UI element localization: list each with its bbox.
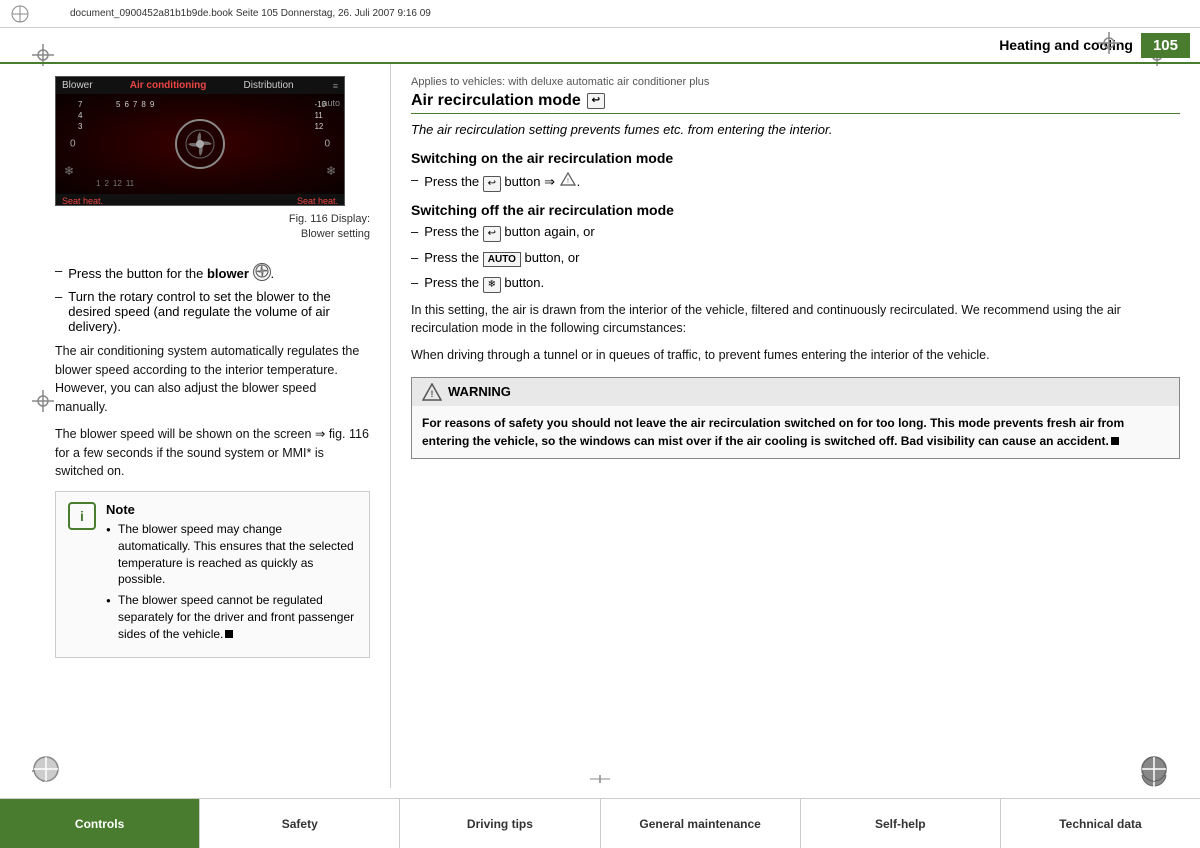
air-cond-tab: Air conditioning <box>130 80 207 91</box>
fig-num: Fig. 116 <box>289 213 328 225</box>
off-item-3: – Press the ❄ button. <box>411 275 1180 293</box>
scale-top: 56789 <box>116 100 154 109</box>
nav-driving-tips[interactable]: Driving tips <box>400 799 600 848</box>
scale-bottom: 121211 <box>96 179 134 188</box>
warning-title: WARNING <box>448 384 511 399</box>
dash-prefix-2: – <box>55 289 62 304</box>
scale-right: -10 11 12 <box>314 100 326 131</box>
off-dash-1: – <box>411 224 418 239</box>
top-left-reg <box>10 4 30 24</box>
nav-maintenance[interactable]: General maintenance <box>601 799 801 848</box>
doc-ref-text: document_0900452a81b1b9de.book Seite 105… <box>70 8 431 19</box>
switching-on-item: – Press the ↩ button ⇒ ! . <box>411 172 1180 192</box>
dashboard-display-image: Blower Air conditioning Distribution ≡ a… <box>55 76 345 206</box>
italic-intro: The air recirculation setting prevents f… <box>411 120 1180 140</box>
instruction-2: – Turn the rotary control to set the blo… <box>55 289 370 334</box>
off-item-1: – Press the ↩ button again, or <box>411 224 1180 242</box>
section-title-text: Air recirculation mode <box>411 92 581 110</box>
header-reg-mark <box>1098 32 1120 54</box>
switching-on-text: Press the ↩ button ⇒ ! . <box>424 172 580 192</box>
off-text-2: Press the AUTO button, or <box>424 250 579 267</box>
reg-mark-bottom-left <box>32 755 60 786</box>
nav-controls[interactable]: Controls <box>0 799 200 848</box>
recirc-icon: ↩ <box>587 93 605 109</box>
para-recirc-2: When driving through a tunnel or in queu… <box>411 346 1180 365</box>
blower-label: blower <box>207 266 249 281</box>
para-recirc-1: In this setting, the air is drawn from t… <box>411 301 1180 339</box>
recirc-icon-2: ↩ <box>483 176 501 192</box>
right-column: Applies to vehicles: with deluxe automat… <box>390 64 1200 788</box>
para-2: The blower speed will be shown on the sc… <box>55 425 370 481</box>
warning-box: ! WARNING For reasons of safety you shou… <box>411 377 1180 459</box>
note-content: Note The blower speed may change automat… <box>106 502 357 647</box>
switching-off-heading: Switching off the air recirculation mode <box>411 202 1180 218</box>
center-tick-bottom <box>590 771 610 786</box>
temp-icon-left: ❄ <box>64 164 74 178</box>
blower-icon <box>253 263 271 281</box>
distribution-tab: Distribution <box>244 80 294 91</box>
dash-screen: auto 0 0 7 4 3 56789 -10 11 12 <box>56 94 344 194</box>
warning-end-square <box>1111 437 1119 445</box>
note-box: i Note The blower speed may change autom… <box>55 491 370 658</box>
para-1: The air conditioning system automaticall… <box>55 342 370 417</box>
auto-icon: AUTO <box>483 252 521 267</box>
seat-heat-left: Seat heat. <box>62 196 103 206</box>
note-icon: i <box>68 502 96 530</box>
left-column: Blower Air conditioning Distribution ≡ a… <box>0 64 390 788</box>
nav-technical-data[interactable]: Technical data <box>1001 799 1200 848</box>
end-square <box>225 630 233 638</box>
fan-display-icon <box>175 119 225 169</box>
off-dash-3: – <box>411 275 418 290</box>
seat-heat-right: Seat heat. <box>297 196 338 206</box>
note-bullet-1: The blower speed may change automaticall… <box>106 521 357 588</box>
fig-caption-area: Fig. 116 Display: Blower setting <box>55 212 370 253</box>
on-dash: – <box>411 172 418 187</box>
instruction-1-text: Press the button for the blower . <box>68 263 274 281</box>
dash-bottom-bar: Seat heat. Seat heat. <box>56 194 344 206</box>
dash-left-temp: 0 <box>70 139 76 150</box>
svg-text:!: ! <box>567 178 569 185</box>
page-header: Heating and cooling 105 <box>0 28 1200 64</box>
top-metadata-bar: document_0900452a81b1b9de.book Seite 105… <box>0 0 1200 28</box>
section-heading: Air recirculation mode ↩ <box>411 92 1180 114</box>
main-content: Blower Air conditioning Distribution ≡ a… <box>0 64 1200 788</box>
dash-right-temp: 0 <box>324 139 330 150</box>
instruction-1: – Press the button for the blower . <box>55 263 370 281</box>
warning-icon-inline: ! <box>559 172 577 190</box>
warning-header: ! WARNING <box>412 378 1179 406</box>
page-number: 105 <box>1141 33 1190 58</box>
note-bullet-2: The blower speed cannot be regulated sep… <box>106 592 357 642</box>
temp-icon-right: ❄ <box>326 164 336 178</box>
instruction-2-text: Turn the rotary control to set the blowe… <box>68 289 370 334</box>
scale-left: 7 4 3 <box>74 100 82 131</box>
dash-top-tabs: Blower Air conditioning Distribution ≡ <box>56 77 344 94</box>
off-text-1: Press the ↩ button again, or <box>424 224 595 242</box>
fig-caption: Fig. 116 Display: Blower setting <box>289 212 370 243</box>
nav-safety[interactable]: Safety <box>200 799 400 848</box>
warning-text: For reasons of safety you should not lea… <box>422 416 1124 448</box>
applies-text: Applies to vehicles: with deluxe automat… <box>411 76 1180 88</box>
note-title: Note <box>106 502 357 517</box>
off-dash-2: – <box>411 250 418 265</box>
svg-text:!: ! <box>431 389 434 399</box>
off-item-2: – Press the AUTO button, or <box>411 250 1180 267</box>
dash-prefix-1: – <box>55 263 62 278</box>
nav-self-help[interactable]: Self-help <box>801 799 1001 848</box>
menu-icon: ≡ <box>333 81 338 91</box>
warning-body: For reasons of safety you should not lea… <box>412 406 1179 458</box>
bottom-nav: Controls Safety Driving tips General mai… <box>0 798 1200 848</box>
warning-triangle-icon: ! <box>422 383 442 401</box>
blower-tab: Blower <box>62 80 93 91</box>
reg-mark-bottom-right <box>1140 755 1168 786</box>
fig-subtitle: Blower setting <box>301 228 370 240</box>
fig-title: Display: <box>331 213 370 225</box>
off-text-3: Press the ❄ button. <box>424 275 544 293</box>
switching-on-heading: Switching on the air recirculation mode <box>411 150 1180 166</box>
recirc-icon-3: ↩ <box>483 226 501 242</box>
defrost-icon: ❄ <box>483 277 501 293</box>
